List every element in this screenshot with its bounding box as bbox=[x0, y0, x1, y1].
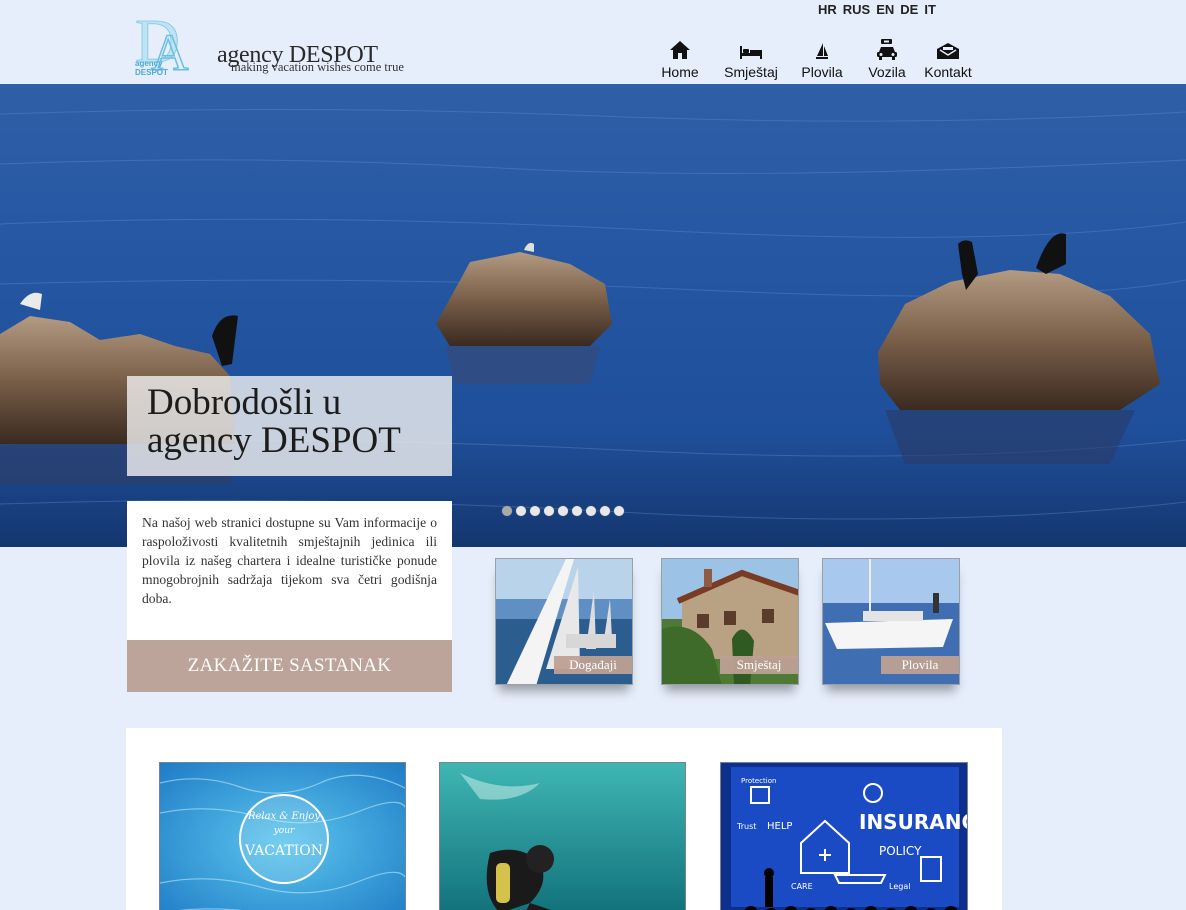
schedule-meeting-button[interactable]: ZAKAŽITE SASTANAK bbox=[127, 640, 452, 692]
badge-line3: VACATION bbox=[244, 843, 323, 859]
main-nav: Home Smještaj Plovila Vozila Kontakt bbox=[652, 38, 972, 80]
slider-dot[interactable] bbox=[572, 506, 582, 516]
hero-sea-image bbox=[0, 84, 1186, 547]
nav-smjestaj[interactable]: Smještaj bbox=[708, 38, 794, 80]
welcome-title-line1: Dobrodošli u bbox=[147, 382, 342, 423]
welcome-box: Dobrodošli u agency DESPOT bbox=[127, 376, 452, 476]
welcome-title: Dobrodošli u agency DESPOT bbox=[147, 384, 432, 460]
insurance-policy-image: INSURANCE POLICY HELP Trust Legal CARE P… bbox=[721, 763, 968, 910]
slider-dot[interactable] bbox=[544, 506, 554, 516]
card-vacation[interactable]: Relax & Enjoy your VACATION bbox=[159, 762, 406, 910]
envelope-icon bbox=[936, 38, 960, 60]
nav-kontakt[interactable]: Kontakt bbox=[924, 38, 972, 80]
slider-dot[interactable] bbox=[614, 506, 624, 516]
header: D A agency DESPOT agency DESPOT making v… bbox=[0, 0, 1186, 84]
brand-tagline: making vacation wishes come true bbox=[231, 60, 404, 74]
intro-text: Na našoj web stranici dostupne su Vam in… bbox=[142, 515, 437, 606]
slider-dot[interactable] bbox=[530, 506, 540, 516]
slider-dot[interactable] bbox=[502, 506, 512, 516]
card-insurance[interactable]: INSURANCE POLICY HELP Trust Legal CARE P… bbox=[720, 762, 968, 910]
thumb-smjestaj[interactable]: Smještaj bbox=[661, 558, 799, 685]
lang-it[interactable]: IT bbox=[924, 2, 936, 17]
nav-plovila[interactable]: Plovila bbox=[794, 38, 850, 80]
help-word: HELP bbox=[767, 821, 792, 832]
slider-dot[interactable] bbox=[516, 506, 526, 516]
policy-word: POLICY bbox=[879, 844, 922, 858]
nav-vozila[interactable]: Vozila bbox=[850, 38, 924, 80]
thumb-caption-dogadaji: Događaji bbox=[554, 656, 632, 674]
nav-home-label: Home bbox=[661, 64, 699, 80]
welcome-title-line2: agency DESPOT bbox=[147, 420, 401, 461]
lang-en[interactable]: EN bbox=[876, 2, 894, 17]
nav-smjestaj-label: Smještaj bbox=[724, 64, 778, 80]
thumb-dogadaji[interactable]: Događaji bbox=[495, 558, 633, 685]
legal-word: Legal bbox=[889, 882, 910, 891]
thumb-caption-smjestaj: Smještaj bbox=[720, 656, 798, 674]
intro-box: Na našoj web stranici dostupne su Vam in… bbox=[127, 501, 452, 640]
thumb-plovila[interactable]: Plovila bbox=[822, 558, 960, 685]
logo[interactable]: D A agency DESPOT agency DESPOT making v… bbox=[133, 6, 433, 80]
slider-dot[interactable] bbox=[558, 506, 568, 516]
nav-kontakt-label: Kontakt bbox=[924, 64, 972, 80]
thumb-caption-plovila: Plovila bbox=[881, 656, 959, 674]
lang-rus[interactable]: RUS bbox=[843, 2, 870, 17]
svg-text:DESPOT: DESPOT bbox=[135, 68, 168, 77]
sailboat-icon bbox=[815, 38, 829, 60]
car-icon bbox=[876, 38, 898, 60]
slider-dots bbox=[502, 506, 624, 516]
slider-dot[interactable] bbox=[600, 506, 610, 516]
home-icon bbox=[669, 38, 691, 60]
pool-vacation-image: Relax & Enjoy your VACATION bbox=[160, 763, 405, 910]
svg-text:agency: agency bbox=[135, 59, 163, 68]
bed-icon bbox=[739, 38, 763, 60]
protection-word: Protection bbox=[741, 777, 776, 785]
nav-home[interactable]: Home bbox=[652, 38, 708, 80]
badge-line2: your bbox=[273, 826, 295, 836]
badge-line1: Relax & Enjoy bbox=[247, 811, 320, 822]
logo-mark-icon: D A agency DESPOT bbox=[135, 8, 190, 78]
slider-dot[interactable] bbox=[586, 506, 596, 516]
trust-word: Trust bbox=[736, 822, 756, 831]
hero-slider[interactable] bbox=[0, 84, 1186, 547]
nav-vozila-label: Vozila bbox=[868, 64, 906, 80]
nav-plovila-label: Plovila bbox=[801, 64, 843, 80]
lang-hr[interactable]: HR bbox=[818, 2, 837, 17]
insurance-word: INSURANCE bbox=[859, 810, 968, 834]
scuba-diver-image bbox=[440, 763, 685, 910]
language-switcher: HR RUS EN DE IT bbox=[818, 2, 936, 17]
lang-de[interactable]: DE bbox=[900, 2, 918, 17]
card-diving[interactable] bbox=[439, 762, 686, 910]
care-word: CARE bbox=[791, 882, 813, 891]
